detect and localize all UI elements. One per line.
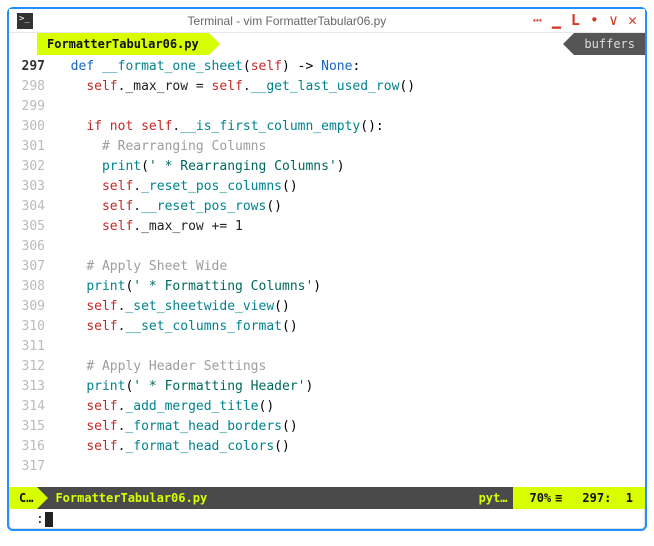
code-line[interactable]: 309 self._set_sheetwide_view() <box>9 297 645 317</box>
code-line[interactable]: 303 self._reset_pos_columns() <box>9 177 645 197</box>
code-content: # Apply Header Settings <box>55 357 645 377</box>
code-line[interactable]: 301 # Rearranging Columns <box>9 137 645 157</box>
code-line[interactable]: 311 <box>9 337 645 357</box>
code-content: self.__set_columns_format() <box>55 317 645 337</box>
code-line[interactable]: 304 self.__reset_pos_rows() <box>9 197 645 217</box>
minimize-icon[interactable]: ▁ <box>552 13 561 28</box>
command-line[interactable]: : <box>9 509 645 529</box>
code-content: self._max_row += 1 <box>55 217 645 237</box>
close-icon[interactable]: ✕ <box>628 13 637 28</box>
line-number: 309 <box>9 297 55 317</box>
code-content <box>55 457 645 477</box>
status-sep: : <box>604 491 611 505</box>
code-line[interactable]: 302 print(' * Rearranging Columns') <box>9 157 645 177</box>
code-line[interactable]: 313 print(' * Formatting Header') <box>9 377 645 397</box>
progress-icon: ≡ <box>555 491 562 505</box>
tab-bar: FormatterTabular06.py buffers <box>9 33 645 55</box>
code-content: # Apply Sheet Wide <box>55 257 645 277</box>
terminal-icon <box>17 13 33 29</box>
status-file-text: FormatterTabular06.py <box>55 491 207 505</box>
code-line[interactable]: 308 print(' * Formatting Columns') <box>9 277 645 297</box>
code-line[interactable]: 300 if not self.__is_first_column_empty(… <box>9 117 645 137</box>
code-content: self._set_sheetwide_view() <box>55 297 645 317</box>
line-number: 301 <box>9 137 55 157</box>
titlebar: Terminal - vim FormatterTabular06.py ⋯ ▁… <box>9 9 645 33</box>
status-mode: C… <box>9 487 37 509</box>
code-line[interactable]: 314 self._add_merged_title() <box>9 397 645 417</box>
buffers-tag[interactable]: buffers <box>574 33 645 55</box>
code-content: self._format_head_colors() <box>55 437 645 457</box>
code-line[interactable]: 298 self._max_row = self.__get_last_used… <box>9 77 645 97</box>
line-number: 297 <box>9 57 55 77</box>
code-line[interactable]: 307 # Apply Sheet Wide <box>9 257 645 277</box>
code-content <box>55 237 645 257</box>
status-percent-text: 70% <box>529 491 551 505</box>
status-col: 1 <box>626 491 633 505</box>
status-position: 297: 1 <box>574 487 645 509</box>
terminal-window: Terminal - vim FormatterTabular06.py ⋯ ▁… <box>7 7 647 531</box>
line-number: 306 <box>9 237 55 257</box>
code-content: self._format_head_borders() <box>55 417 645 437</box>
line-number: 310 <box>9 317 55 337</box>
line-number: 313 <box>9 377 55 397</box>
code-line[interactable]: 310 self.__set_columns_format() <box>9 317 645 337</box>
restore-icon[interactable]: ∨ <box>609 13 618 28</box>
tab-active[interactable]: FormatterTabular06.py <box>37 33 209 55</box>
line-number: 314 <box>9 397 55 417</box>
code-line[interactable]: 316 self._format_head_colors() <box>9 437 645 457</box>
line-number: 308 <box>9 277 55 297</box>
code-content: # Rearranging Columns <box>55 137 645 157</box>
line-number: 303 <box>9 177 55 197</box>
code-line[interactable]: 305 self._max_row += 1 <box>9 217 645 237</box>
maximize-icon[interactable]: L <box>571 13 580 28</box>
line-number: 305 <box>9 217 55 237</box>
dot-icon[interactable]: • <box>590 13 599 28</box>
status-filetype-text: pyt… <box>479 491 508 505</box>
window-controls: ⋯ ▁ L • ∨ ✕ <box>533 13 637 28</box>
status-line: 297 <box>582 491 604 505</box>
code-line[interactable]: 315 self._format_head_borders() <box>9 417 645 437</box>
line-number: 302 <box>9 157 55 177</box>
code-content: def __format_one_sheet(self) -> None: <box>55 57 645 77</box>
tab-spacer <box>209 33 575 55</box>
code-line[interactable]: 317 <box>9 457 645 477</box>
line-number: 311 <box>9 337 55 357</box>
line-number: 300 <box>9 117 55 137</box>
cmdline-prefix: : <box>36 512 44 527</box>
line-number: 315 <box>9 417 55 437</box>
code-content <box>55 97 645 117</box>
cursor <box>45 512 53 527</box>
tab-label: FormatterTabular06.py <box>47 37 199 51</box>
code-content: print(' * Rearranging Columns') <box>55 157 645 177</box>
code-line[interactable]: 299 <box>9 97 645 117</box>
status-bar: C… FormatterTabular06.py pyt… 70% ≡ 297:… <box>9 487 645 509</box>
line-number: 304 <box>9 197 55 217</box>
line-number: 307 <box>9 257 55 277</box>
status-percent: 70% ≡ <box>513 487 574 509</box>
buffers-label: buffers <box>584 37 635 51</box>
line-number: 317 <box>9 457 55 477</box>
code-content: self.__reset_pos_rows() <box>55 197 645 217</box>
code-content: self._add_merged_title() <box>55 397 645 417</box>
window-control-dots-icon[interactable]: ⋯ <box>533 13 542 28</box>
code-content: print(' * Formatting Header') <box>55 377 645 397</box>
code-content: self._max_row = self.__get_last_used_row… <box>55 77 645 97</box>
code-editor[interactable]: 297 def __format_one_sheet(self) -> None… <box>9 55 645 487</box>
code-content: self._reset_pos_columns() <box>55 177 645 197</box>
code-content: if not self.__is_first_column_empty(): <box>55 117 645 137</box>
code-line[interactable]: 306 <box>9 237 645 257</box>
line-number: 298 <box>9 77 55 97</box>
code-content: print(' * Formatting Columns') <box>55 277 645 297</box>
code-line[interactable]: 297 def __format_one_sheet(self) -> None… <box>9 57 645 77</box>
code-line[interactable]: 312 # Apply Header Settings <box>9 357 645 377</box>
line-number: 316 <box>9 437 55 457</box>
status-file: FormatterTabular06.py <box>37 487 464 509</box>
window-title: Terminal - vim FormatterTabular06.py <box>41 14 533 28</box>
line-number: 299 <box>9 97 55 117</box>
line-number: 312 <box>9 357 55 377</box>
code-content <box>55 337 645 357</box>
status-mode-text: C… <box>19 491 33 505</box>
